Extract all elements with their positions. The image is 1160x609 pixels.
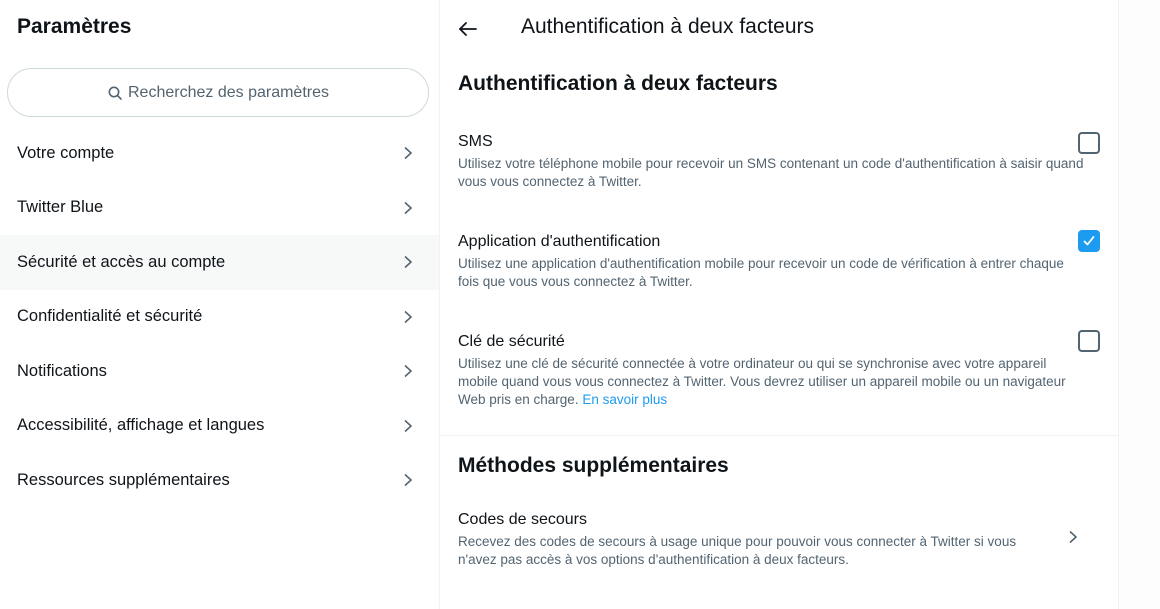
option-description: Utilisez une application d'authentificat…: [458, 256, 1064, 289]
sidebar-item-notifications[interactable]: Notifications: [0, 344, 439, 399]
option-label: Application d'authentification: [458, 233, 661, 250]
sidebar-item-label: Confidentialité et sécurité: [17, 307, 203, 326]
section-title-2fa: Authentification à deux facteurs: [458, 72, 778, 95]
option-description: Utilisez une clé de sécurité connectée à…: [458, 355, 1084, 409]
settings-sidebar: Paramètres Recherchez des paramètres Vot…: [0, 0, 439, 609]
chevron-right-icon: [404, 419, 413, 432]
sidebar-item-label: Votre compte: [17, 143, 115, 162]
panel-header: Authentification à deux facteurs: [440, 0, 1118, 56]
back-arrow-icon[interactable]: [457, 18, 479, 40]
option-description: Utilisez votre téléphone mobile pour rec…: [458, 156, 1084, 189]
learn-more-link[interactable]: En savoir plus: [582, 392, 667, 407]
chevron-right-icon: [404, 147, 413, 160]
backup-codes-description: Recevez des codes de secours à usage uni…: [458, 534, 1017, 567]
section-title-additional-methods: Méthodes supplémentaires: [458, 454, 729, 477]
two-factor-panel: Authentification à deux facteurs Authent…: [440, 0, 1118, 609]
sidebar-item-privacy-safety[interactable]: Confidentialité et sécurité: [0, 290, 439, 345]
option-security-key[interactable]: Clé de sécurité Utilisez une clé de sécu…: [458, 330, 1100, 409]
sidebar-item-label: Ressources supplémentaires: [17, 470, 230, 489]
search-icon: [108, 86, 122, 100]
settings-nav: Votre compte Twitter Blue Sécurité et ac…: [0, 126, 439, 508]
search-placeholder: Recherchez des paramètres: [128, 83, 329, 101]
section-divider: [440, 435, 1118, 436]
page-title: Authentification à deux facteurs: [521, 15, 815, 38]
chevron-right-icon: [404, 201, 413, 214]
sidebar-item-accessibility-display-languages[interactable]: Accessibilité, affichage et langues: [0, 399, 439, 454]
sidebar-title: Paramètres: [17, 15, 132, 38]
backup-codes-item[interactable]: Codes de secours Recevez des codes de se…: [458, 510, 1100, 569]
option-authenticator-app[interactable]: Application d'authentification Utilisez …: [458, 230, 1100, 291]
option-description-text: Utilisez une clé de sécurité connectée à…: [458, 356, 1066, 407]
sidebar-item-label: Accessibilité, affichage et langues: [17, 416, 265, 435]
sidebar-item-twitter-blue[interactable]: Twitter Blue: [0, 181, 439, 236]
option-sms[interactable]: SMS Utilisez votre téléphone mobile pour…: [458, 132, 1100, 191]
authenticator-app-checkbox[interactable]: [1078, 230, 1100, 252]
option-label: SMS: [458, 133, 493, 150]
sidebar-item-votre-compte[interactable]: Votre compte: [0, 126, 439, 181]
right-gutter: [1119, 0, 1160, 609]
sidebar-item-security-account-access[interactable]: Sécurité et accès au compte: [0, 235, 439, 290]
sms-checkbox[interactable]: [1078, 132, 1100, 154]
chevron-right-icon: [404, 365, 413, 378]
sidebar-item-label: Notifications: [17, 361, 107, 380]
chevron-right-icon: [404, 310, 413, 323]
backup-codes-label: Codes de secours: [458, 511, 587, 528]
chevron-right-icon: [404, 256, 413, 269]
sidebar-item-additional-resources[interactable]: Ressources supplémentaires: [0, 453, 439, 508]
chevron-right-icon: [404, 474, 413, 487]
sidebar-item-label: Sécurité et accès au compte: [17, 252, 226, 271]
checkmark-icon: [1083, 236, 1095, 246]
security-key-checkbox[interactable]: [1078, 330, 1100, 352]
sidebar-item-label: Twitter Blue: [17, 198, 104, 217]
chevron-right-icon: [1069, 530, 1078, 544]
option-label: Clé de sécurité: [458, 333, 565, 350]
settings-search-input[interactable]: Recherchez des paramètres: [7, 68, 429, 117]
